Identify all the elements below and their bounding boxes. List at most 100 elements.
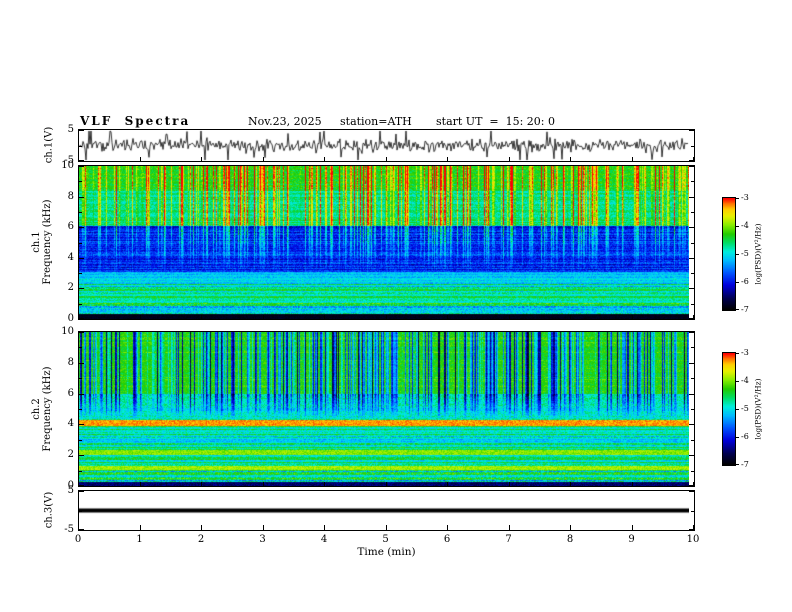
y-tick-label: 5	[67, 485, 74, 496]
x-tick-mark	[201, 482, 202, 486]
y-tick-label: 8	[67, 190, 74, 202]
x-tick-mark	[570, 315, 571, 319]
colorbar-tick-label: -3	[741, 193, 749, 202]
x-tick-label: 10	[686, 534, 700, 545]
x-tick-label: 4	[320, 534, 328, 545]
y-minor-tick-mark	[79, 303, 82, 305]
x-tick-mark	[385, 482, 387, 486]
y-tick-mark	[79, 455, 84, 457]
y-tick-mark	[79, 196, 84, 198]
x-tick-mark	[262, 157, 264, 161]
x-tick-mark	[385, 157, 387, 161]
y-tick-mark	[689, 166, 694, 167]
y-tick-label: 5	[67, 124, 74, 135]
colorbar-ch2-canvas	[723, 353, 735, 465]
y-tick-mark	[79, 130, 84, 131]
colorbar-ch1-canvas	[723, 198, 735, 310]
colorbar-ch2	[722, 352, 736, 466]
y-tick-mark	[689, 491, 694, 492]
y-tick-mark	[689, 130, 694, 131]
y-minor-tick-mark	[79, 273, 82, 275]
x-tick-mark	[78, 315, 79, 319]
x-tick-mark	[508, 482, 510, 486]
y-tick-mark	[79, 160, 84, 161]
x-tick-mark	[139, 315, 141, 319]
y-tick-mark	[79, 491, 84, 492]
x-tick-mark	[262, 482, 264, 486]
colorbar-tick-label: -7	[741, 460, 749, 469]
x-tick-mark	[631, 482, 633, 486]
y-tick-mark	[689, 196, 694, 198]
y-minor-tick-mark	[691, 145, 694, 147]
x-tick-mark	[447, 525, 448, 530]
x-tick-mark	[570, 525, 571, 530]
ch3-waveform-canvas	[79, 491, 689, 530]
y-tick-label: 4	[67, 251, 74, 263]
colorbar-tick-label: -4	[741, 221, 749, 230]
y-minor-tick-mark	[691, 378, 694, 380]
x-tick-mark	[139, 525, 141, 530]
ch1-spectrogram-ylabel: ch.1 Frequency (kHz)	[31, 199, 53, 284]
y-tick-label: 10	[61, 160, 74, 171]
colorbar-tick-label: -6	[741, 277, 749, 286]
y-minor-tick-mark	[691, 409, 694, 410]
ch1-waveform-panel	[78, 129, 695, 162]
x-tick-mark	[508, 315, 510, 319]
y-tick-mark	[79, 332, 84, 333]
y-tick-mark	[79, 318, 84, 319]
x-tick-mark	[139, 482, 141, 486]
x-tick-mark	[631, 157, 633, 161]
x-axis-label: Time (min)	[357, 546, 416, 558]
y-minor-tick-mark	[79, 378, 82, 380]
colorbar-tick-mark	[736, 282, 739, 283]
x-tick-label: 8	[566, 534, 574, 545]
y-tick-label: 0	[67, 313, 74, 324]
x-tick-mark	[693, 525, 694, 530]
y-minor-tick-mark	[79, 347, 82, 349]
colorbar-tick-mark	[736, 309, 739, 310]
x-tick-mark	[262, 315, 264, 319]
y-tick-mark	[689, 257, 694, 259]
x-tick-mark	[631, 525, 633, 530]
y-tick-mark	[79, 393, 84, 395]
y-tick-mark	[689, 227, 694, 229]
y-tick-label: 2	[67, 449, 74, 461]
y-minor-tick-mark	[79, 439, 82, 441]
ch1-label-text: ch.1	[31, 231, 42, 253]
x-tick-mark	[508, 157, 510, 161]
y-minor-tick-mark	[79, 145, 82, 147]
y-tick-label: 4	[67, 418, 74, 430]
colorbar-tick-label: -4	[741, 376, 749, 385]
x-tick-mark	[324, 482, 325, 486]
x-tick-mark	[324, 315, 325, 319]
x-tick-mark	[78, 157, 79, 161]
x-tick-label: 9	[628, 534, 635, 545]
x-tick-mark	[324, 157, 325, 161]
colorbar-tick-mark	[736, 437, 739, 438]
x-tick-label: 0	[74, 534, 82, 545]
y-tick-mark	[689, 455, 694, 457]
colorbar-tick-mark	[736, 464, 739, 465]
x-tick-label: 5	[382, 534, 389, 545]
figure-start-ut: start UT = 15: 20: 0	[436, 115, 556, 128]
colorbar-tick-mark	[736, 381, 739, 382]
ch3-waveform-panel	[78, 490, 695, 531]
y-tick-mark	[79, 362, 84, 364]
x-tick-mark	[385, 315, 387, 319]
ch1-spectrogram-canvas	[79, 166, 689, 319]
y-tick-mark	[689, 362, 694, 364]
ch3-waveform-ylabel-text: ch.3(V)	[43, 491, 55, 529]
y-minor-tick-mark	[691, 211, 694, 213]
x-tick-label: 6	[443, 534, 451, 545]
x-tick-label: 7	[505, 534, 512, 545]
colorbar-tick-mark	[736, 198, 739, 199]
x-tick-label: 2	[197, 534, 205, 545]
y-minor-tick-mark	[691, 181, 694, 183]
x-tick-mark	[570, 482, 571, 486]
colorbar-tick-label: -6	[741, 432, 749, 441]
y-minor-tick-mark	[79, 181, 82, 183]
y-minor-tick-mark	[79, 409, 82, 410]
y-tick-label: 10	[61, 326, 74, 337]
y-minor-tick-mark	[691, 347, 694, 349]
figure-title: VLF Spectra	[80, 114, 191, 128]
